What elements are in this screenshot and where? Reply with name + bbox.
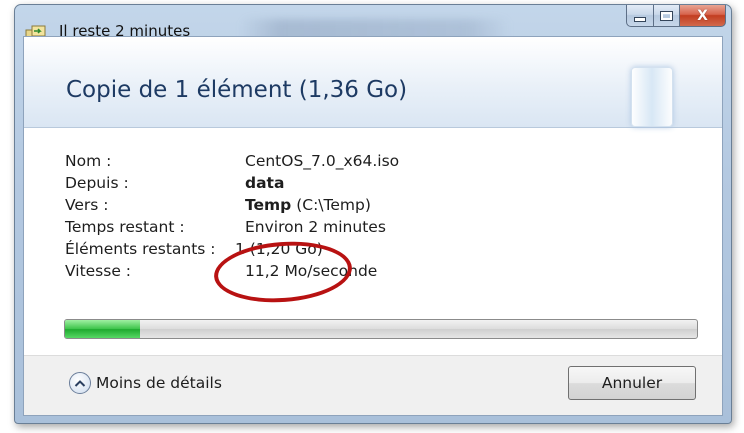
dialog-footer: Moins de détails Annuler — [24, 355, 722, 415]
maximize-button[interactable] — [654, 5, 680, 27]
dialog-content: Copie de 1 élément (1,36 Go) Nom : CentO… — [23, 36, 723, 416]
detail-label: Éléments restants : — [65, 240, 216, 258]
caption-buttons: X — [626, 5, 726, 27]
detail-value: Environ 2 minutes — [245, 218, 386, 236]
transfer-graphic — [631, 67, 673, 127]
detail-label: Vers : — [65, 196, 109, 214]
copy-progress-bar — [64, 319, 698, 339]
detail-label: Depuis : — [65, 174, 129, 192]
detail-label: Temps restant : — [65, 218, 185, 236]
close-icon: X — [697, 7, 708, 24]
source-folder-link[interactable]: data — [245, 172, 284, 194]
copy-dialog-window: Il reste 2 minutes X Copie de 1 élément … — [14, 4, 732, 424]
cancel-button[interactable]: Annuler — [568, 366, 696, 400]
destination-folder-link[interactable]: Temp — [245, 196, 291, 214]
detail-label: Vitesse : — [65, 262, 132, 280]
destination-value[interactable]: Temp (C:\Temp) — [245, 194, 371, 216]
copy-title: Copie de 1 élément (1,36 Go) — [66, 77, 408, 103]
close-button[interactable]: X — [680, 5, 726, 27]
chevron-up-icon — [69, 372, 91, 394]
maximize-icon — [660, 10, 673, 21]
less-details-label: Moins de détails — [96, 374, 222, 392]
less-details-toggle[interactable]: Moins de détails — [69, 368, 222, 398]
detail-value: CentOS_7.0_x64.iso — [245, 152, 400, 170]
detail-label: Nom : — [65, 152, 112, 170]
minimize-button[interactable] — [626, 5, 654, 27]
minimize-icon — [634, 17, 646, 22]
destination-path: (C:\Temp) — [296, 196, 371, 214]
progress-fill — [65, 320, 140, 338]
dialog-header: Copie de 1 élément (1,36 Go) — [24, 37, 722, 128]
